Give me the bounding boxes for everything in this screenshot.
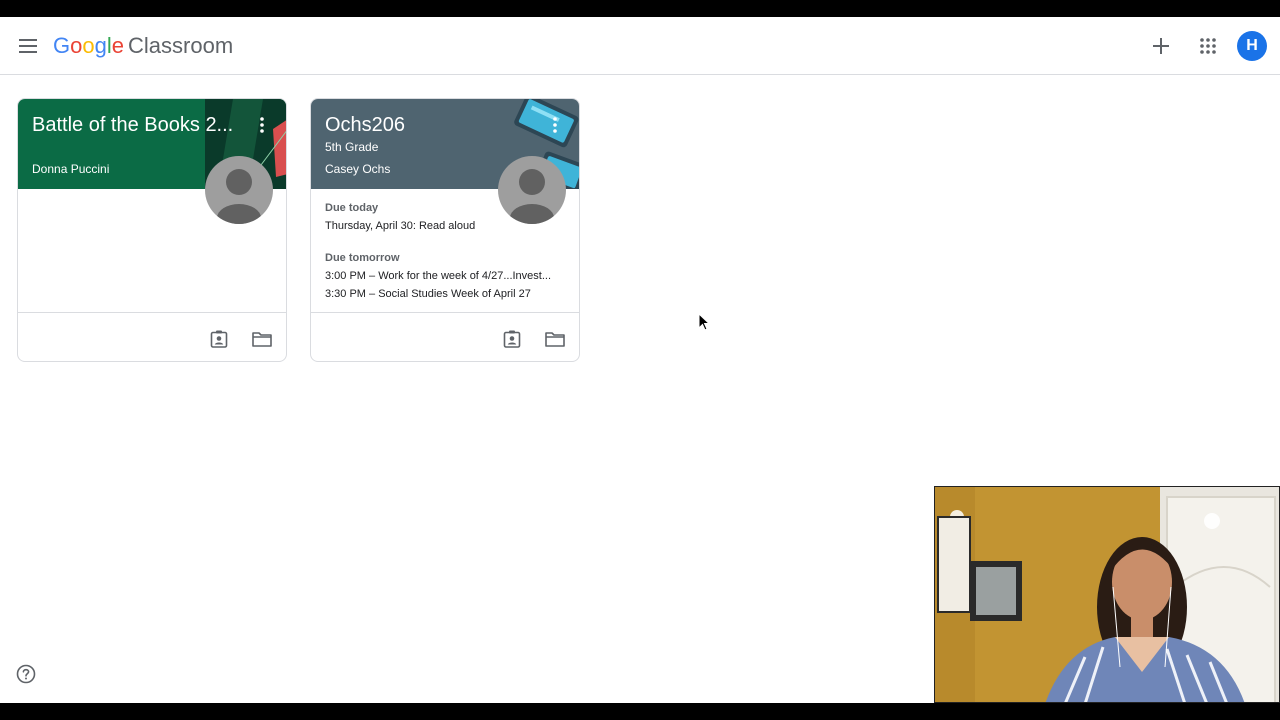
- assignment-ind-icon: [210, 330, 228, 348]
- mouse-cursor: [698, 312, 711, 336]
- class-title[interactable]: Ochs206: [325, 114, 530, 137]
- product-name: Classroom: [128, 33, 234, 58]
- class-options-button[interactable]: [547, 113, 563, 137]
- folder-icon: [545, 332, 565, 347]
- logo-letter: g: [94, 33, 107, 58]
- menu-icon: [19, 39, 37, 53]
- create-or-join-class-button[interactable]: [1146, 31, 1176, 61]
- logo-letter: o: [70, 33, 83, 58]
- teacher-avatar: [498, 156, 566, 224]
- class-card-footer: [18, 312, 286, 361]
- class-teacher: Casey Ochs: [325, 162, 391, 176]
- account-avatar-button[interactable]: H: [1237, 31, 1267, 61]
- default-person-icon: [510, 169, 554, 224]
- class-card[interactable]: Battle of the Books 2... Donna Puccini: [17, 98, 287, 362]
- open-class-folder-button[interactable]: [543, 327, 567, 351]
- class-teacher: Donna Puccini: [32, 162, 110, 176]
- due-assignment-link[interactable]: 3:30 PM – Social Studies Week of April 2…: [325, 288, 570, 300]
- webcam-video-overlay: [934, 486, 1280, 703]
- help-button[interactable]: [16, 664, 36, 684]
- logo-letter: o: [82, 33, 95, 58]
- class-card[interactable]: Ochs206 5th Grade Casey Ochs Due today T…: [310, 98, 580, 362]
- main-menu-button[interactable]: [12, 30, 44, 62]
- open-gradebook-button[interactable]: [207, 327, 231, 351]
- teacher-avatar: [205, 156, 273, 224]
- due-today-label: Due today: [325, 202, 379, 214]
- logo-letter: G: [53, 33, 71, 58]
- more-vert-icon: [260, 117, 264, 133]
- class-card-footer: [311, 312, 579, 361]
- logo-letter: e: [111, 33, 125, 58]
- due-tomorrow-label: Due tomorrow: [325, 252, 400, 264]
- classroom-logo[interactable]: Google Classroom: [53, 34, 233, 58]
- google-apps-button[interactable]: [1193, 31, 1223, 61]
- presenter-video-frame: [935, 487, 1279, 702]
- open-gradebook-button[interactable]: [500, 327, 524, 351]
- plus-icon: [1153, 38, 1169, 54]
- more-vert-icon: [553, 117, 557, 133]
- apps-grid-icon: [1200, 38, 1216, 54]
- pointer-cursor-icon: [698, 312, 711, 331]
- help-icon: [16, 664, 36, 684]
- class-options-button[interactable]: [254, 113, 270, 137]
- default-person-icon: [217, 169, 261, 224]
- class-title[interactable]: Battle of the Books 2...: [32, 114, 237, 137]
- top-app-bar: Google Classroom H: [0, 17, 1280, 75]
- folder-icon: [252, 332, 272, 347]
- class-section: 5th Grade: [325, 140, 379, 154]
- open-class-folder-button[interactable]: [250, 327, 274, 351]
- assignment-ind-icon: [503, 330, 521, 348]
- due-assignment-link[interactable]: 3:00 PM – Work for the week of 4/27...In…: [325, 270, 570, 282]
